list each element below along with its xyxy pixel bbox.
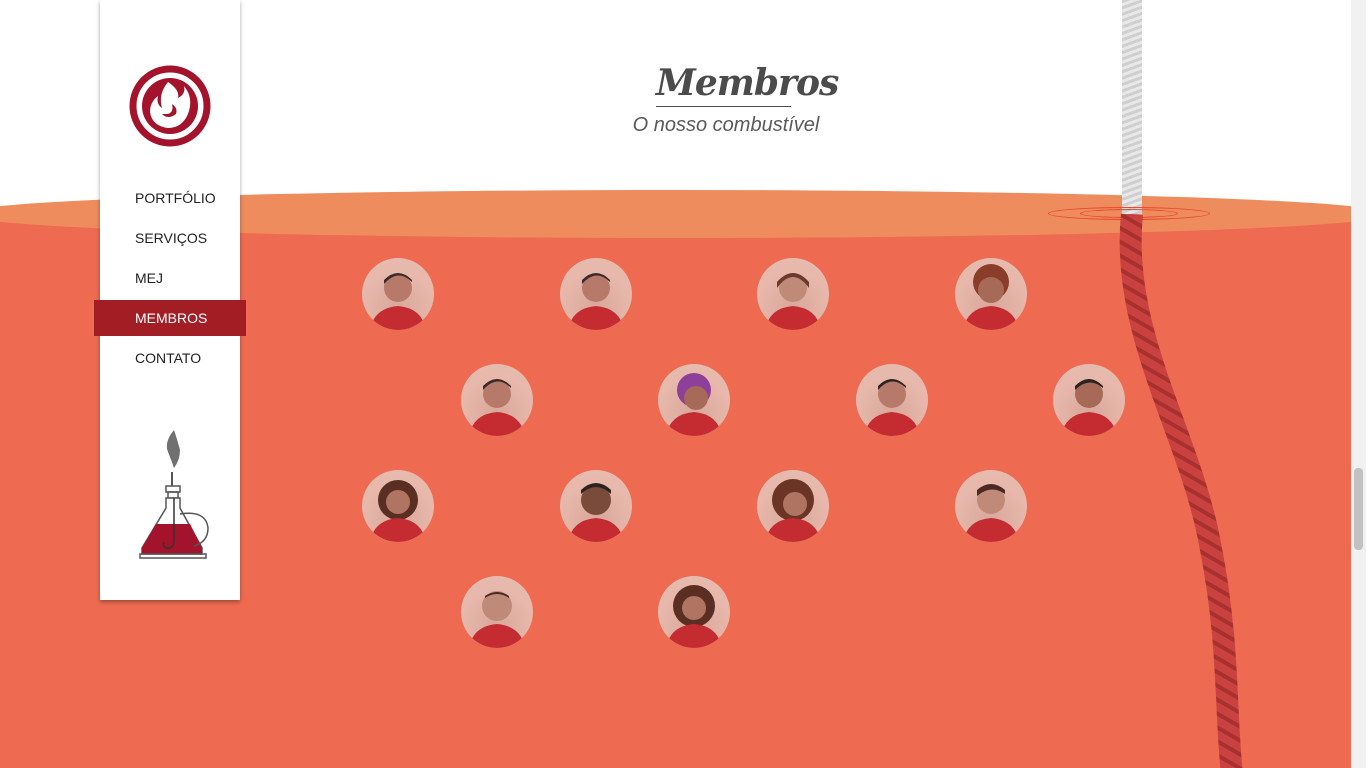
- member-avatar[interactable]: [955, 470, 1027, 542]
- main-nav: PORTFÓLIO SERVIÇOS MEJ MEMBROS CONTATO: [94, 178, 246, 378]
- page: Membros O nosso combustível PORTFÓLIO SE…: [0, 0, 1351, 768]
- nav-item-contato[interactable]: CONTATO: [100, 338, 240, 378]
- member-avatar[interactable]: [560, 258, 632, 330]
- section-title: Membros: [656, 62, 839, 107]
- member-avatar[interactable]: [461, 364, 533, 436]
- member-avatar[interactable]: [461, 576, 533, 648]
- scrollbar-thumb[interactable]: [1354, 468, 1363, 550]
- nav-item-servicos[interactable]: SERVIÇOS: [100, 218, 240, 258]
- member-avatar[interactable]: [658, 364, 730, 436]
- rope-top: [1122, 0, 1142, 214]
- member-avatar[interactable]: [757, 258, 829, 330]
- member-avatar[interactable]: [856, 364, 928, 436]
- member-avatar[interactable]: [955, 258, 1027, 330]
- member-avatar[interactable]: [757, 470, 829, 542]
- rope-submerged: [1119, 214, 1243, 768]
- vertical-scrollbar[interactable]: [1351, 0, 1366, 768]
- nav-item-membros[interactable]: MEMBROS: [94, 300, 246, 336]
- member-avatar[interactable]: [362, 470, 434, 542]
- nav-item-mej[interactable]: MEJ: [100, 258, 240, 298]
- member-avatar[interactable]: [362, 258, 434, 330]
- sidebar: PORTFÓLIO SERVIÇOS MEJ MEMBROS CONTATO: [94, 0, 246, 600]
- member-avatar[interactable]: [658, 576, 730, 648]
- alcohol-burner-icon: [139, 430, 209, 559]
- member-avatar[interactable]: [560, 470, 632, 542]
- flame-logo-icon[interactable]: [128, 64, 212, 148]
- member-avatar[interactable]: [1053, 364, 1125, 436]
- section-subtitle: O nosso combustível: [632, 114, 820, 136]
- nav-item-portfolio[interactable]: PORTFÓLIO: [100, 178, 240, 218]
